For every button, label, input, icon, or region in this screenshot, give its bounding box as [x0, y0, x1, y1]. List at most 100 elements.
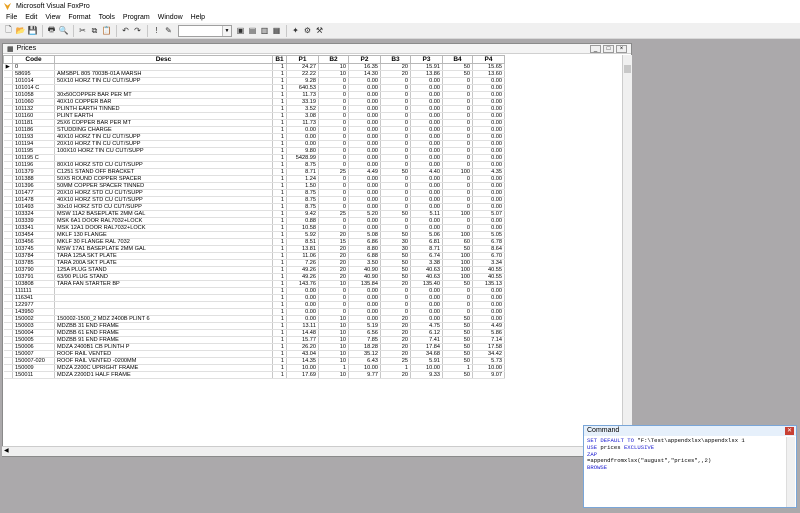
table-row[interactable]: 101186 STUDDING CHARGE 1 0.00 0 0.00 0 0.00 0 0.0…	[3, 126, 505, 134]
cell-b2[interactable]: 0	[318, 98, 349, 106]
print-icon[interactable]: 🖶	[46, 25, 57, 36]
cell-b3[interactable]: 0	[380, 84, 411, 92]
cell-code[interactable]: 101478	[12, 196, 55, 204]
close-button[interactable]: ×	[616, 45, 627, 53]
cell-b2[interactable]: 0	[318, 287, 349, 295]
cell-b2[interactable]: 0	[318, 133, 349, 141]
cell-p1[interactable]: 8.51	[286, 238, 319, 246]
cell-b1[interactable]: 1	[272, 259, 287, 267]
cell-p4[interactable]: 0.00	[472, 301, 505, 309]
cell-desc[interactable]: C1251 STAND OFF BRACKET	[54, 168, 273, 176]
cell-p1[interactable]: 11.73	[286, 119, 319, 127]
cell-desc[interactable]: 50X10 HORZ TIN CU CUT/SUPP	[54, 77, 273, 85]
cell-b4[interactable]: 100	[442, 231, 473, 239]
cell-b2[interactable]: 0	[318, 189, 349, 197]
cell-p3[interactable]: 40.63	[410, 266, 443, 274]
cell-b4[interactable]: 0	[442, 224, 473, 232]
cell-code[interactable]: 103785	[12, 259, 55, 267]
cell-p1[interactable]: 9.42	[286, 210, 319, 218]
table-row[interactable]: 101132 PLINTH EARTH TINNED 1 3.52 0 0.00 0 0.00…	[3, 105, 505, 113]
cell-b1[interactable]: 1	[272, 329, 287, 337]
command-line[interactable]: BROWSE	[587, 464, 785, 472]
cell-p3[interactable]: 0.00	[410, 154, 443, 162]
cell-b4[interactable]: 0	[442, 105, 473, 113]
cell-p3[interactable]: 9.33	[410, 371, 443, 379]
cell-p1[interactable]: 17.69	[286, 371, 319, 379]
cell-code[interactable]: 101196	[12, 161, 55, 169]
cell-p2[interactable]: 0.00	[348, 91, 381, 99]
cell-b3[interactable]: 20	[380, 350, 411, 358]
cell-p2[interactable]: 4.49	[348, 168, 381, 176]
cell-desc[interactable]: 20X10 HORZ TIN CU CUT/SUPP	[54, 140, 273, 148]
command-window-icon[interactable]: ▤	[247, 25, 258, 36]
cell-b1[interactable]: 1	[272, 322, 287, 330]
command-line[interactable]: =appendfromxlsx("august","prices",,2)	[587, 457, 785, 465]
menu-edit[interactable]: Edit	[21, 14, 41, 21]
cell-p1[interactable]: 0.00	[286, 140, 319, 148]
cell-desc[interactable]: 30x10 HORZ STD CU CUT/SUPP	[54, 203, 273, 211]
cell-code[interactable]: 150006	[12, 343, 55, 351]
cell-p3[interactable]: 0.00	[410, 287, 443, 295]
maximize-button[interactable]: □	[603, 45, 614, 53]
cell-b4[interactable]: 50	[442, 357, 473, 365]
cell-desc[interactable]: ROOF RAIL VENTED	[54, 350, 273, 358]
cell-b1[interactable]: 1	[272, 112, 287, 120]
cell-b3[interactable]: 0	[380, 126, 411, 134]
cell-desc[interactable]: MSK 6A1 DOOR RAL7032+LOCK	[54, 217, 273, 225]
cell-b3[interactable]: 0	[380, 112, 411, 120]
cell-b2[interactable]: 10	[318, 70, 349, 78]
cell-p4[interactable]: 0.00	[472, 77, 505, 85]
cell-code[interactable]: 103456	[12, 238, 55, 246]
cell-b3[interactable]: 20	[380, 329, 411, 337]
cell-p2[interactable]: 0.00	[348, 294, 381, 302]
cell-b1[interactable]: 1	[272, 154, 287, 162]
cell-p1[interactable]: 8.75	[286, 189, 319, 197]
cell-p2[interactable]: 10.00	[348, 364, 381, 372]
cell-p4[interactable]: 34.42	[472, 350, 505, 358]
cell-b3[interactable]: 20	[380, 336, 411, 344]
cell-b4[interactable]: 100	[442, 252, 473, 260]
cell-p4[interactable]: 40.55	[472, 266, 505, 274]
cell-b3[interactable]: 20	[380, 322, 411, 330]
cell-p3[interactable]: 0.00	[410, 105, 443, 113]
cell-b4[interactable]: 100	[442, 168, 473, 176]
cell-b1[interactable]: 1	[272, 70, 287, 78]
database-combo[interactable]: ▼	[178, 24, 232, 37]
cell-p3[interactable]: 0.00	[410, 189, 443, 197]
cell-p4[interactable]: 0.00	[472, 294, 505, 302]
cell-p1[interactable]: 24.27	[286, 63, 319, 71]
browse-grid[interactable]: Code Desc B1 P1 B2 P2 B3 P3 B4 P4 ▶ 0 1 24.27 10 16.35…	[3, 55, 622, 458]
cell-code[interactable]: 0	[12, 63, 55, 71]
cell-b2[interactable]: 10	[318, 315, 349, 323]
cell-p2[interactable]: 0.00	[348, 133, 381, 141]
cell-p2[interactable]: 0.00	[348, 154, 381, 162]
cell-p2[interactable]: 3.50	[348, 259, 381, 267]
cell-desc[interactable]: MSW 11A2 BASEPLATE 2MM GAL	[54, 210, 273, 218]
menu-help[interactable]: Help	[187, 14, 209, 21]
cell-p1[interactable]: 3.08	[286, 112, 319, 120]
cell-p1[interactable]: 0.00	[286, 308, 319, 316]
cell-p2[interactable]: 18.28	[348, 343, 381, 351]
cell-code[interactable]: 101014 C	[12, 84, 55, 92]
cell-b4[interactable]: 0	[442, 140, 473, 148]
cell-code[interactable]: 101160	[12, 112, 55, 120]
command-editor[interactable]: SET DEFAULT TO "F:\Test\appendxlsx\appen…	[587, 438, 785, 508]
cell-p1[interactable]: 33.19	[286, 98, 319, 106]
cell-p2[interactable]: 0.00	[348, 98, 381, 106]
table-row[interactable]: 101388 50X5 ROUND COPPER SPACER 1 1.24 0 0.00…	[3, 175, 505, 183]
horizontal-scrollbar[interactable]: ◀	[2, 446, 632, 456]
cell-p4[interactable]: 0.00	[472, 196, 505, 204]
cell-b4[interactable]: 0	[442, 301, 473, 309]
save-icon[interactable]: 💾	[27, 25, 38, 36]
cell-b2[interactable]: 10	[318, 280, 349, 288]
cell-desc[interactable]: 40X10 COPPER BAR	[54, 98, 273, 106]
cell-p1[interactable]: 7.26	[286, 259, 319, 267]
cell-p3[interactable]: 0.00	[410, 91, 443, 99]
cell-p1[interactable]: 0.00	[286, 315, 319, 323]
cell-b1[interactable]: 1	[272, 91, 287, 99]
cell-b1[interactable]: 1	[272, 161, 287, 169]
cell-b1[interactable]: 1	[272, 336, 287, 344]
cell-b2[interactable]: 20	[318, 245, 349, 253]
cell-code[interactable]: 101181	[12, 119, 55, 127]
cell-b4[interactable]: 0	[442, 196, 473, 204]
